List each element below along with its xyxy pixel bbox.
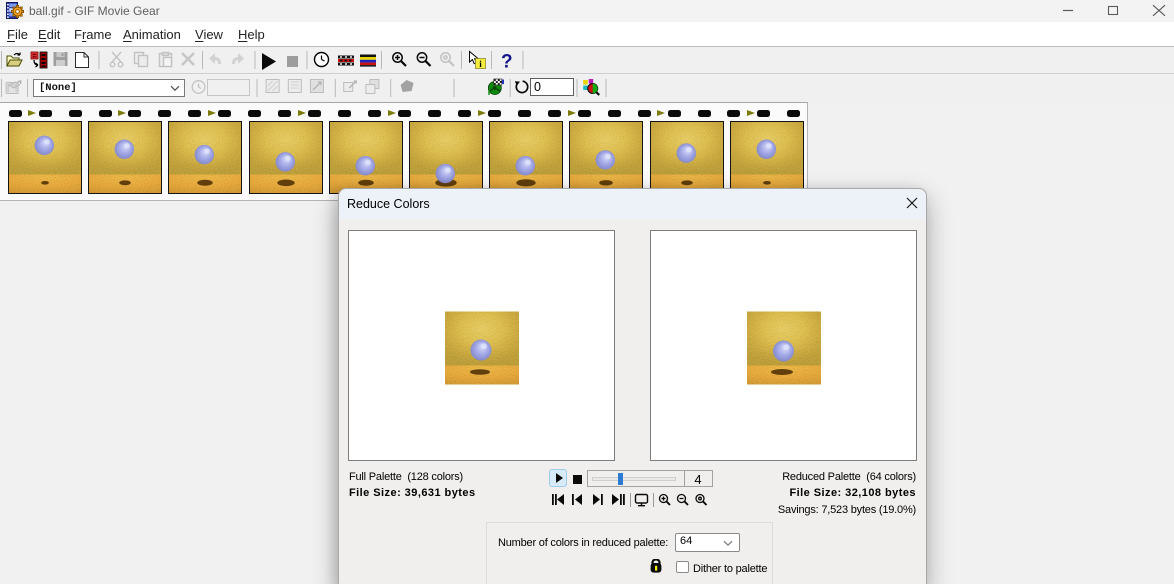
svg-text:?: ? <box>501 52 513 73</box>
